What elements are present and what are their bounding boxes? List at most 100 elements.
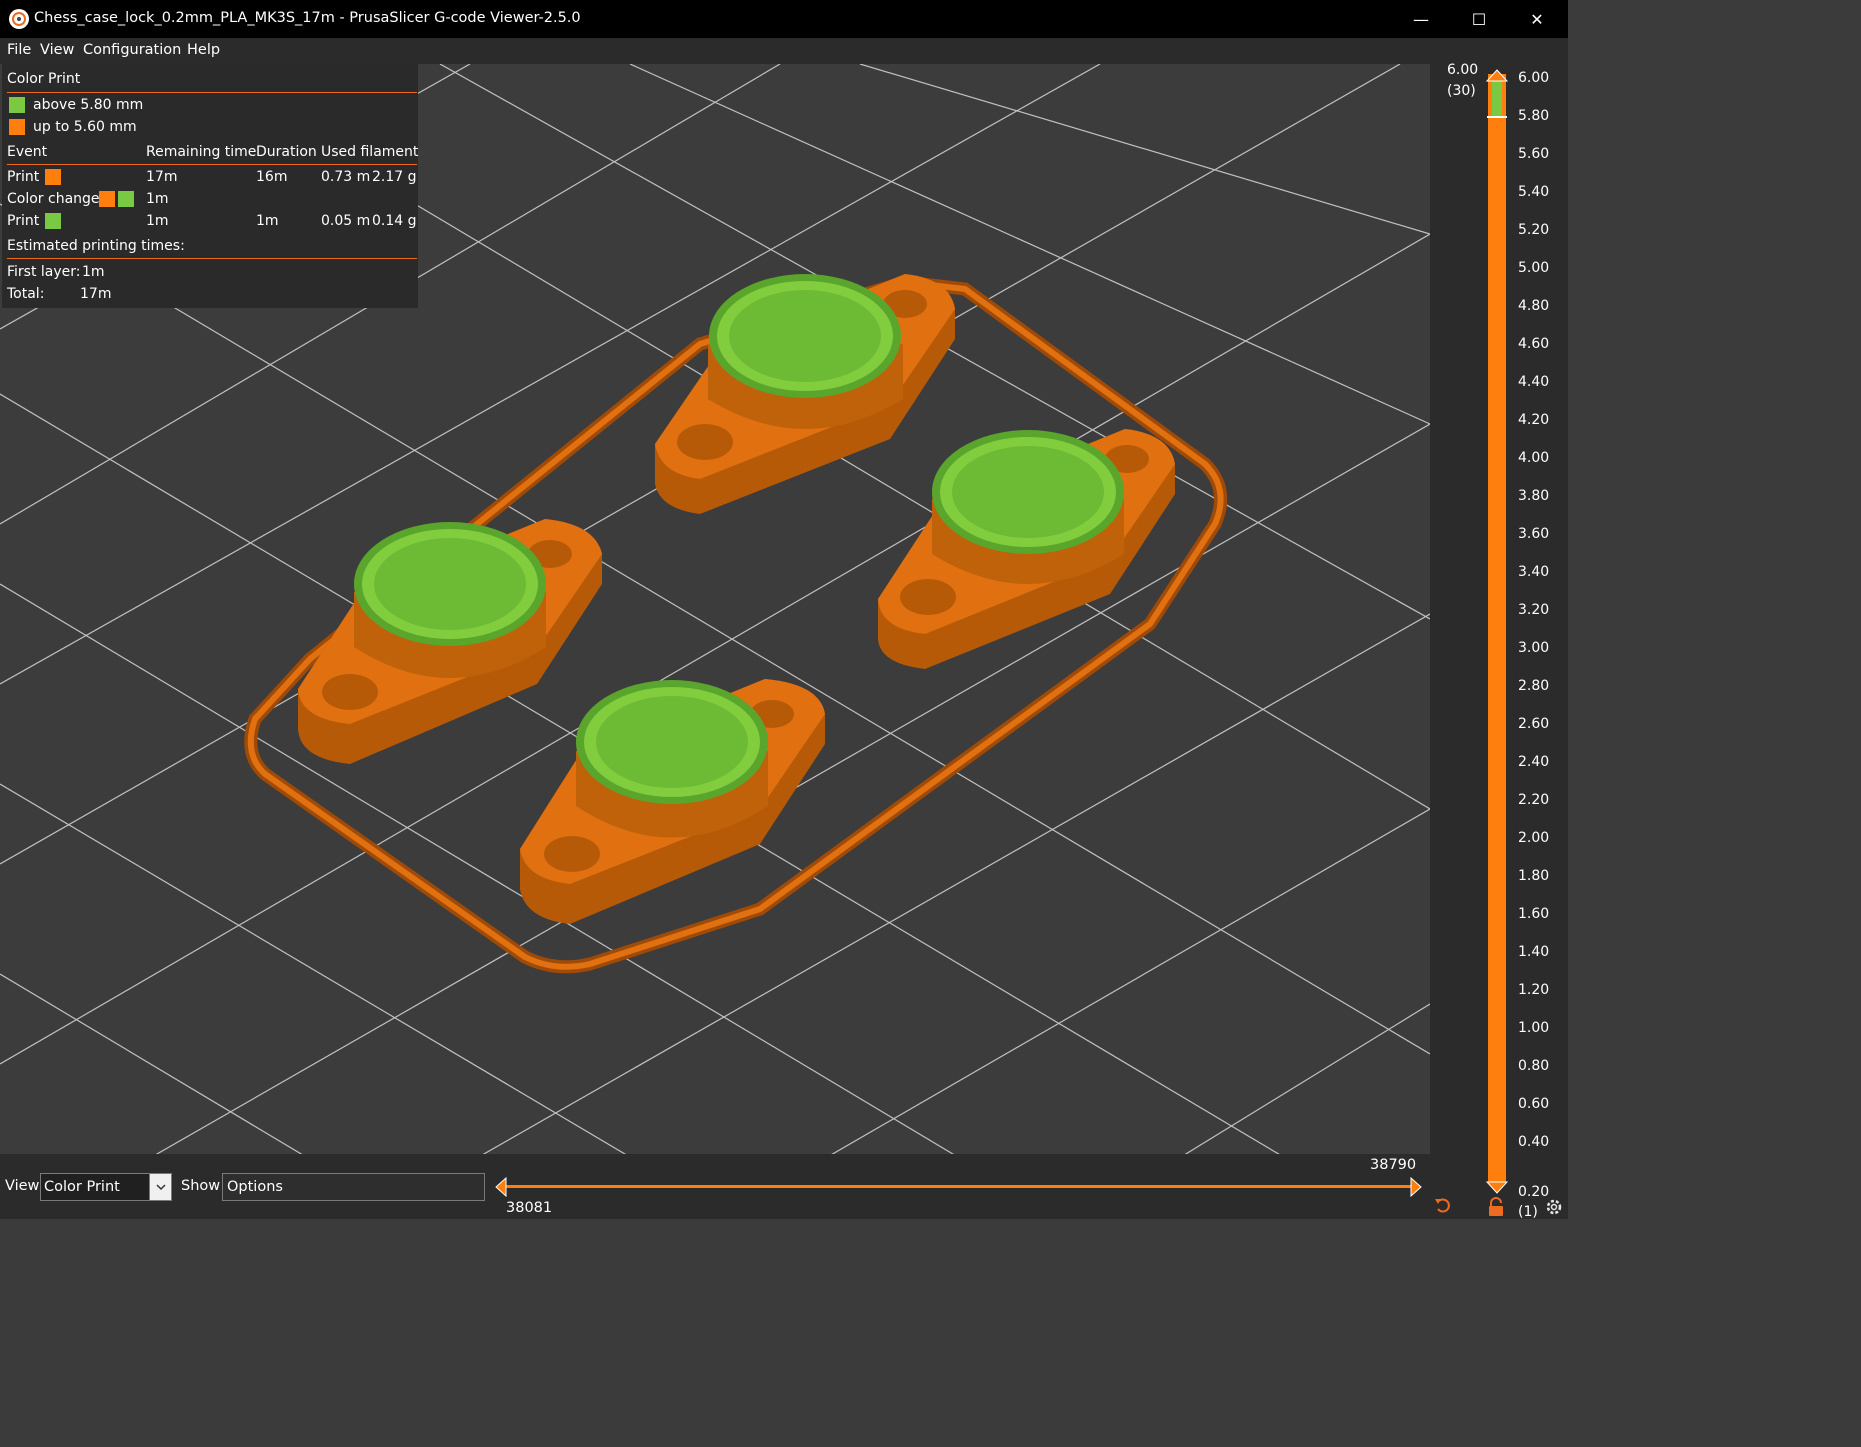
menu-view[interactable]: View <box>40 42 74 58</box>
maximize-button[interactable]: ☐ <box>1450 0 1508 38</box>
printed-part-1 <box>655 274 955 514</box>
row-swatch-orange <box>45 169 61 185</box>
slider-tick-label: 1.60 <box>1518 906 1550 922</box>
swatch-orange <box>9 119 25 135</box>
move-end-value: 38790 <box>1370 1157 1417 1173</box>
cog-icon[interactable] <box>1544 1197 1564 1217</box>
color-change-tick[interactable] <box>1487 116 1507 118</box>
show-label: Show <box>181 1178 221 1194</box>
undo-icon[interactable] <box>1433 1195 1453 1215</box>
slider-tick-label: 4.80 <box>1518 298 1550 314</box>
slider-tick-label: 2.00 <box>1518 830 1550 846</box>
moves-slider-end-thumb[interactable] <box>1409 1177 1423 1197</box>
menu-file[interactable]: File <box>7 42 31 58</box>
lower-thumb-layer: (1) <box>1518 1204 1538 1220</box>
view-combo-dropdown[interactable] <box>149 1174 171 1200</box>
slider-tick-label: 1.80 <box>1518 868 1550 884</box>
row-weight: 2.17 g <box>372 169 417 185</box>
show-options-value: Options <box>227 1179 283 1195</box>
slider-tick-label: 5.40 <box>1518 184 1550 200</box>
slider-tick-label: 0.60 <box>1518 1096 1550 1112</box>
estimated-divider <box>7 258 417 259</box>
legend-title: Color Print <box>7 71 81 87</box>
header-remaining: Remaining time <box>146 144 257 160</box>
slider-tick-label: 5.60 <box>1518 146 1550 162</box>
row-event: Color change <box>7 191 100 207</box>
row-swatch-green <box>45 213 61 229</box>
moves-slider-track[interactable] <box>503 1185 1414 1188</box>
row-swatch-green <box>118 191 134 207</box>
chevron-down-icon <box>156 1184 166 1191</box>
prusaslicer-icon <box>9 9 29 29</box>
row-length: 0.05 m <box>321 213 371 229</box>
color-change-band <box>1492 81 1502 117</box>
row-length: 0.73 m <box>321 169 371 185</box>
legend-entry-above: above 5.80 mm <box>33 97 144 113</box>
slider-tick-label: 3.20 <box>1518 602 1550 618</box>
menu-configuration[interactable]: Configuration <box>83 42 181 58</box>
row-remaining: 17m <box>146 169 178 185</box>
view-label: View <box>5 1178 40 1194</box>
slider-tick-label: 1.40 <box>1518 944 1550 960</box>
legend-entry-upto: up to 5.60 mm <box>33 119 137 135</box>
minimize-icon: — <box>1413 9 1429 29</box>
slider-tick-label: 2.60 <box>1518 716 1550 732</box>
bottom-toolbar: View Color Print Show Options 38790 3808… <box>0 1154 1450 1219</box>
slider-tick-label: 1.20 <box>1518 982 1550 998</box>
slider-tick-label: 1.00 <box>1518 1020 1550 1036</box>
row-duration: 1m <box>256 213 279 229</box>
slider-track[interactable] <box>1488 74 1506 1184</box>
slider-tick-label: 3.00 <box>1518 640 1550 656</box>
moves-slider-start-thumb[interactable] <box>494 1177 508 1197</box>
maximize-icon: ☐ <box>1471 9 1487 29</box>
move-start-value: 38081 <box>506 1200 553 1216</box>
slider-tick-label: 5.80 <box>1518 108 1550 124</box>
row-event: Print <box>7 213 40 229</box>
view-combo[interactable]: Color Print <box>40 1173 172 1201</box>
header-filament: Used filament <box>321 144 419 160</box>
slider-tick-label: 3.80 <box>1518 488 1550 504</box>
header-event: Event <box>7 144 48 160</box>
upper-thumb[interactable] <box>1485 68 1509 82</box>
row-swatch-orange <box>99 191 115 207</box>
row-event: Print <box>7 169 40 185</box>
header-duration: Duration <box>256 144 317 160</box>
layer-slider[interactable]: 6.00 (30) 6.00 5.80 5.60 5.40 5.20 5.00 4.80 4.… <box>1430 62 1568 1220</box>
close-icon: ✕ <box>1530 9 1544 29</box>
slider-tick-label: 6.00 <box>1518 70 1550 86</box>
upper-thumb-value: 6.00 <box>1447 62 1479 78</box>
row-remaining: 1m <box>146 191 169 207</box>
upper-thumb-layer: (30) <box>1447 83 1476 99</box>
slider-tick-label: 4.40 <box>1518 374 1550 390</box>
row-weight: 0.14 g <box>372 213 417 229</box>
slider-tick-label: 2.40 <box>1518 754 1550 770</box>
slider-tick-label: 2.20 <box>1518 792 1550 808</box>
first-layer-label: First layer: <box>7 264 81 280</box>
slider-tick-label: 4.20 <box>1518 412 1550 428</box>
legend-divider <box>7 92 417 93</box>
slider-tick-label: 0.40 <box>1518 1134 1550 1150</box>
minimize-button[interactable]: — <box>1392 0 1450 38</box>
menu-bar: File View Configuration Help <box>0 38 1568 64</box>
row-duration: 16m <box>256 169 288 185</box>
slider-tick-label: 5.20 <box>1518 222 1550 238</box>
slider-tick-label: 5.00 <box>1518 260 1550 276</box>
title-bar: Chess_case_lock_0.2mm_PLA_MK3S_17m - Pru… <box>0 0 1568 38</box>
window-title: Chess_case_lock_0.2mm_PLA_MK3S_17m - Pru… <box>34 10 581 26</box>
total-value: 17m <box>80 286 112 302</box>
printed-part-3 <box>298 519 602 764</box>
first-layer-value: 1m <box>82 264 105 280</box>
slider-tick-label: 4.60 <box>1518 336 1550 352</box>
close-button[interactable]: ✕ <box>1508 0 1566 38</box>
lock-icon[interactable] <box>1486 1197 1506 1217</box>
slider-tick-label: 3.40 <box>1518 564 1550 580</box>
slider-tick-label: 3.60 <box>1518 526 1550 542</box>
slider-tick-label: 2.80 <box>1518 678 1550 694</box>
lower-thumb[interactable] <box>1485 1181 1509 1195</box>
slider-tick-label: 0.80 <box>1518 1058 1550 1074</box>
slider-tick-label: 4.00 <box>1518 450 1550 466</box>
header-divider <box>7 164 417 165</box>
swatch-green <box>9 97 25 113</box>
menu-help[interactable]: Help <box>187 42 220 58</box>
show-options-combo[interactable]: Options <box>222 1173 485 1201</box>
